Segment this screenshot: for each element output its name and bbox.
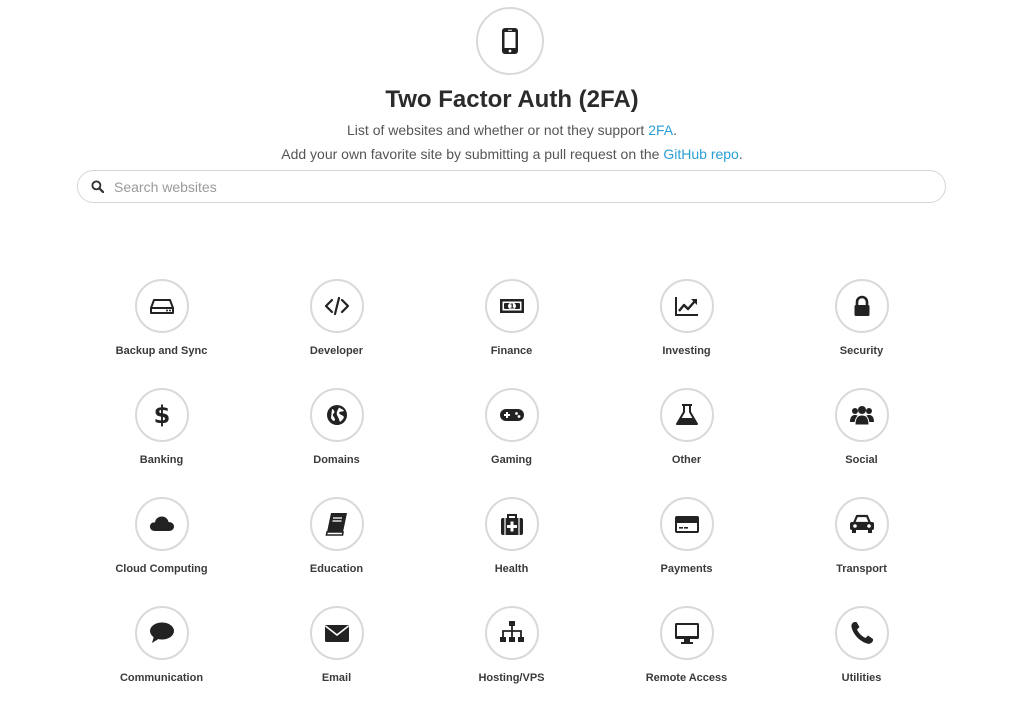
gamepad-icon (484, 388, 539, 442)
hard-drive-icon (134, 279, 189, 333)
subtitle-line-1: List of websites and whether or not they… (0, 120, 1024, 140)
dollar-icon: $ (134, 388, 189, 442)
category-education[interactable]: Education (249, 497, 424, 606)
category-label: Communication (119, 672, 204, 684)
category-label: Developer (309, 345, 364, 357)
category-label: Email (321, 672, 352, 684)
category-label: Banking (139, 454, 184, 466)
medkit-icon (484, 497, 539, 551)
page-title: Two Factor Auth (2FA) (385, 86, 639, 113)
users-icon (834, 388, 889, 442)
category-banking[interactable]: $ Banking (74, 388, 249, 497)
category-label: Investing (662, 345, 711, 357)
category-label: Hosting/VPS (478, 672, 545, 684)
envelope-icon (309, 606, 364, 660)
subtitle-line-2-end: . (738, 146, 743, 162)
category-gaming[interactable]: Gaming (424, 388, 599, 497)
book-icon (309, 497, 364, 551)
category-other[interactable]: Other (599, 388, 774, 497)
category-cloud-computing[interactable]: Cloud Computing (74, 497, 249, 606)
category-email[interactable]: Email (249, 606, 424, 703)
sitemap-icon (484, 606, 539, 660)
github-repo-link[interactable]: GitHub repo (663, 146, 738, 162)
category-label: Payments (660, 563, 713, 575)
flask-icon (659, 388, 714, 442)
search-icon (90, 180, 104, 194)
subtitle-line-1-text: List of websites and whether or not they… (347, 122, 649, 138)
2fa-link[interactable]: 2FA (648, 122, 673, 138)
category-label: Other (671, 454, 702, 466)
line-chart-icon (659, 279, 714, 333)
svg-text:1: 1 (509, 303, 514, 311)
credit-card-icon (659, 497, 714, 551)
category-hosting-vps[interactable]: Hosting/VPS (424, 606, 599, 703)
category-remote-access[interactable]: Remote Access (599, 606, 774, 703)
globe-icon (309, 388, 364, 442)
subtitle-line-2: Add your own favorite site by submitting… (0, 144, 1024, 164)
category-security[interactable]: Security (774, 279, 949, 388)
category-label: Health (494, 563, 529, 575)
category-label: Security (839, 345, 884, 357)
desktop-icon (659, 606, 714, 660)
category-label: Backup and Sync (115, 345, 208, 357)
category-label: Education (309, 563, 364, 575)
category-domains[interactable]: Domains (249, 388, 424, 497)
svg-text:$: $ (153, 401, 170, 429)
money-icon: 1 (484, 279, 539, 333)
lock-icon (834, 279, 889, 333)
category-label: Domains (313, 454, 360, 466)
category-communication[interactable]: Communication (74, 606, 249, 703)
subtitle-line-2-text: Add your own favorite site by submitting… (281, 146, 664, 162)
category-label: Cloud Computing (115, 563, 208, 575)
phone-icon (834, 606, 889, 660)
cloud-icon (134, 497, 189, 551)
category-investing[interactable]: Investing (599, 279, 774, 388)
category-label: Gaming (491, 454, 532, 466)
car-icon (834, 497, 889, 551)
category-label: Remote Access (645, 672, 728, 684)
category-grid: Backup and Sync Developer 1 Finance Inve… (74, 279, 949, 703)
category-label: Transport (836, 563, 887, 575)
search-bar[interactable] (77, 170, 946, 203)
page: Two Factor Auth (2FA) List of websites a… (0, 0, 1024, 703)
search-input[interactable] (112, 177, 896, 196)
category-label: Finance (490, 345, 533, 357)
category-developer[interactable]: Developer (249, 279, 424, 388)
category-finance[interactable]: 1 Finance (424, 279, 599, 388)
code-icon (309, 279, 364, 333)
category-transport[interactable]: Transport (774, 497, 949, 606)
category-health[interactable]: Health (424, 497, 599, 606)
category-utilities[interactable]: Utilities (774, 606, 949, 703)
subtitle-line-1-end: . (673, 122, 677, 138)
category-label: Utilities (841, 672, 882, 684)
category-payments[interactable]: Payments (599, 497, 774, 606)
comment-icon (134, 606, 189, 660)
smartphone-icon (476, 7, 544, 75)
category-label: Social (845, 454, 878, 466)
category-backup-and-sync[interactable]: Backup and Sync (74, 279, 249, 388)
category-social[interactable]: Social (774, 388, 949, 497)
